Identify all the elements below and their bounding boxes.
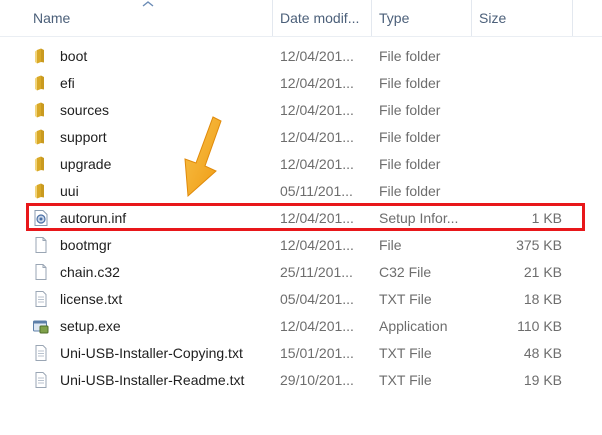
file-icon	[32, 263, 50, 281]
pointer-arrow	[184, 116, 222, 198]
file-date-modified: 12/04/201...	[280, 318, 354, 334]
column-divider[interactable]	[371, 0, 372, 36]
file-name: sources	[60, 102, 110, 118]
file-size: 48 KB	[523, 345, 562, 361]
sort-ascending-icon	[142, 1, 154, 7]
file-row[interactable]: upgrade 12/04/201... File folder	[28, 151, 588, 178]
file-row[interactable]: efi 12/04/201... File folder	[28, 70, 588, 97]
text-file-icon	[32, 290, 50, 308]
file-type: File folder	[379, 102, 441, 118]
file-size: 18 KB	[523, 291, 562, 307]
file-row[interactable]: Uni-USB-Installer-Readme.txt 29/10/201...…	[28, 367, 588, 394]
column-header-name[interactable]: Name	[33, 0, 70, 36]
column-header-bar: Name Date modif... Type Size	[0, 0, 602, 37]
file-date-modified: 12/04/201...	[280, 156, 354, 172]
file-type: File folder	[379, 75, 441, 91]
file-type: TXT File	[379, 372, 432, 388]
file-row[interactable]: setup.exe 12/04/201... Application 110 KB	[28, 313, 588, 340]
file-name: boot	[60, 48, 88, 64]
file-type: File folder	[379, 183, 441, 199]
folder-icon	[32, 182, 50, 200]
file-row[interactable]: chain.c32 25/11/201... C32 File 21 KB	[28, 259, 588, 286]
column-divider[interactable]	[272, 0, 273, 36]
file-date-modified: 12/04/201...	[280, 75, 354, 91]
file-type: TXT File	[379, 345, 432, 361]
file-name: uui	[60, 183, 79, 199]
folder-icon	[32, 47, 50, 65]
file-row[interactable]: boot 12/04/201... File folder	[28, 43, 588, 70]
file-size: 19 KB	[523, 372, 562, 388]
file-type: File folder	[379, 48, 441, 64]
folder-icon	[32, 74, 50, 92]
file-row[interactable]: bootmgr 12/04/201... File 375 KB	[28, 232, 588, 259]
folder-icon	[32, 128, 50, 146]
file-type: C32 File	[379, 264, 432, 280]
file-type: File folder	[379, 129, 441, 145]
file-name: upgrade	[60, 156, 112, 172]
file-type: File	[379, 237, 402, 253]
file-name: setup.exe	[60, 318, 121, 334]
file-date-modified: 12/04/201...	[280, 48, 354, 64]
file-name: Uni-USB-Installer-Copying.txt	[60, 345, 243, 361]
file-date-modified: 12/04/201...	[280, 129, 354, 145]
column-divider[interactable]	[572, 0, 573, 36]
file-name: support	[60, 129, 107, 145]
file-date-modified: 12/04/201...	[280, 102, 354, 118]
file-date-modified: 29/10/201...	[280, 372, 354, 388]
column-divider[interactable]	[471, 0, 472, 36]
folder-icon	[32, 101, 50, 119]
file-type: TXT File	[379, 291, 432, 307]
file-name: efi	[60, 75, 75, 91]
application-icon	[32, 317, 50, 335]
file-type: File folder	[379, 156, 441, 172]
file-size: 110 KB	[517, 318, 562, 334]
file-size: 375 KB	[516, 237, 562, 253]
column-header-size[interactable]: Size	[479, 0, 506, 36]
file-row[interactable]: Uni-USB-Installer-Copying.txt 15/01/201..…	[28, 340, 588, 367]
file-date-modified: 12/04/201...	[280, 237, 354, 253]
column-header-type[interactable]: Type	[379, 0, 409, 36]
file-name: Uni-USB-Installer-Readme.txt	[60, 372, 245, 388]
file-row[interactable]: sources 12/04/201... File folder	[28, 97, 588, 124]
file-row[interactable]: license.txt 05/04/201... TXT File 18 KB	[28, 286, 588, 313]
file-date-modified: 05/11/201...	[280, 183, 353, 199]
text-file-icon	[32, 344, 50, 362]
file-date-modified: 15/01/201...	[280, 345, 354, 361]
file-name: license.txt	[60, 291, 123, 307]
file-name: chain.c32	[60, 264, 120, 280]
file-date-modified: 25/11/201...	[280, 264, 353, 280]
file-size: 21 KB	[523, 264, 562, 280]
file-row[interactable]: uui 05/11/201... File folder	[28, 178, 588, 205]
text-file-icon	[32, 371, 50, 389]
folder-icon	[32, 155, 50, 173]
file-name: bootmgr	[60, 237, 112, 253]
highlight-box	[26, 203, 585, 231]
column-header-date-modified[interactable]: Date modif...	[280, 0, 359, 36]
file-row[interactable]: support 12/04/201... File folder	[28, 124, 588, 151]
file-date-modified: 05/04/201...	[280, 291, 354, 307]
file-type: Application	[379, 318, 448, 334]
file-icon	[32, 236, 50, 254]
